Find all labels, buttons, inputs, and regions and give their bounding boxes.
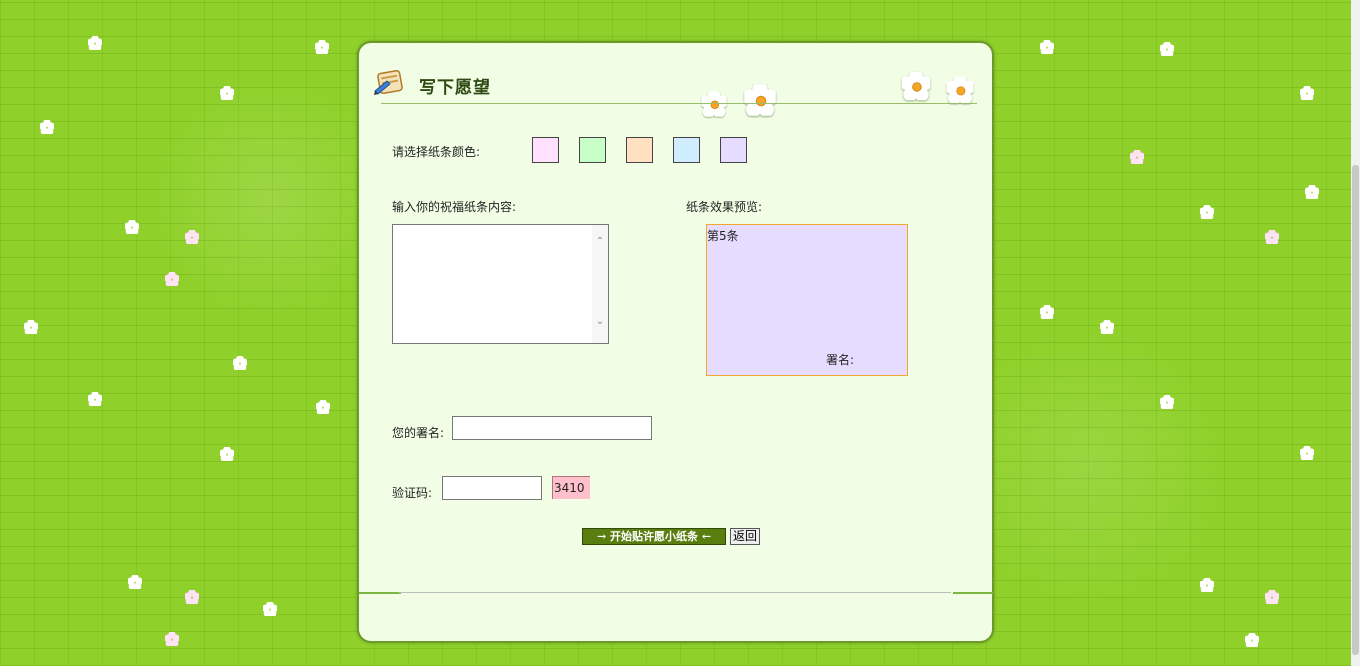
color-swatch-green[interactable]	[579, 137, 606, 163]
content-label: 输入你的祝福纸条内容:	[392, 200, 517, 214]
captcha-code: 3410	[552, 476, 590, 499]
flower-icon	[1200, 205, 1214, 219]
flower-icon	[1245, 633, 1259, 647]
note-pencil-icon	[373, 69, 407, 97]
flower-icon	[165, 632, 179, 646]
wish-content-textarea[interactable]	[392, 224, 609, 344]
daisy-icon	[946, 76, 974, 104]
color-swatch-pink[interactable]	[532, 137, 559, 163]
flower-icon	[220, 86, 234, 100]
flower-icon	[1040, 40, 1054, 54]
flower-icon	[1300, 446, 1314, 460]
flower-icon	[88, 392, 102, 406]
flower-icon	[1300, 86, 1314, 100]
flower-icon	[1100, 320, 1114, 334]
flower-icon	[220, 447, 234, 461]
flower-icon	[1265, 230, 1279, 244]
flower-icon	[24, 320, 38, 334]
signature-label: 您的署名:	[392, 426, 445, 440]
preview-label: 纸条效果预览:	[686, 200, 763, 214]
flower-icon	[316, 400, 330, 414]
flower-icon	[40, 120, 54, 134]
flower-icon	[1265, 590, 1279, 604]
flower-icon	[88, 36, 102, 50]
title-divider	[381, 103, 977, 104]
color-swatch-blue[interactable]	[673, 137, 700, 163]
back-button[interactable]: 返回	[730, 528, 760, 545]
textarea-scrollbar[interactable]: ⌃ ⌄	[592, 225, 608, 343]
chevron-down-icon[interactable]: ⌄	[595, 317, 605, 327]
captcha-label: 验证码:	[392, 486, 433, 500]
flower-icon	[165, 272, 179, 286]
flower-icon	[185, 590, 199, 604]
flower-icon	[315, 40, 329, 54]
color-swatch-orange[interactable]	[626, 137, 653, 163]
flower-icon	[1305, 185, 1319, 199]
flower-icon	[1160, 42, 1174, 56]
note-preview: 第5条 署名:	[706, 224, 908, 376]
daisy-icon	[901, 71, 931, 101]
flower-icon	[1040, 305, 1054, 319]
daisy-icon	[701, 91, 727, 117]
page-title: 写下愿望	[419, 78, 491, 98]
flower-icon	[233, 356, 247, 370]
page-scrollbar[interactable]	[1351, 0, 1360, 666]
captcha-input[interactable]	[442, 476, 542, 500]
preview-note-number: 第5条	[707, 229, 739, 243]
footer-divider-left	[359, 592, 401, 594]
scrollbar-thumb[interactable]	[1352, 165, 1359, 655]
color-label: 请选择纸条颜色:	[392, 145, 481, 159]
wish-form-panel: 写下愿望 请选择纸条颜色: 输入你的祝福纸条内容: ⌃ ⌄ 纸条效果预览: 第5…	[357, 41, 994, 643]
color-swatch-purple[interactable]	[720, 137, 747, 163]
daisy-icon	[744, 84, 776, 116]
flower-icon	[263, 602, 277, 616]
preview-signature: 署名:	[826, 353, 855, 367]
flower-icon	[125, 220, 139, 234]
flower-icon	[128, 575, 142, 589]
flower-icon	[185, 230, 199, 244]
chevron-up-icon[interactable]: ⌃	[595, 237, 605, 247]
footer-divider	[399, 592, 951, 593]
footer-divider-right	[953, 592, 993, 594]
flower-icon	[1160, 395, 1174, 409]
submit-wish-button[interactable]: → 开始贴许愿小纸条 ←	[582, 528, 726, 545]
signature-input[interactable]	[452, 416, 652, 440]
flower-icon	[1130, 150, 1144, 164]
flower-icon	[1200, 578, 1214, 592]
